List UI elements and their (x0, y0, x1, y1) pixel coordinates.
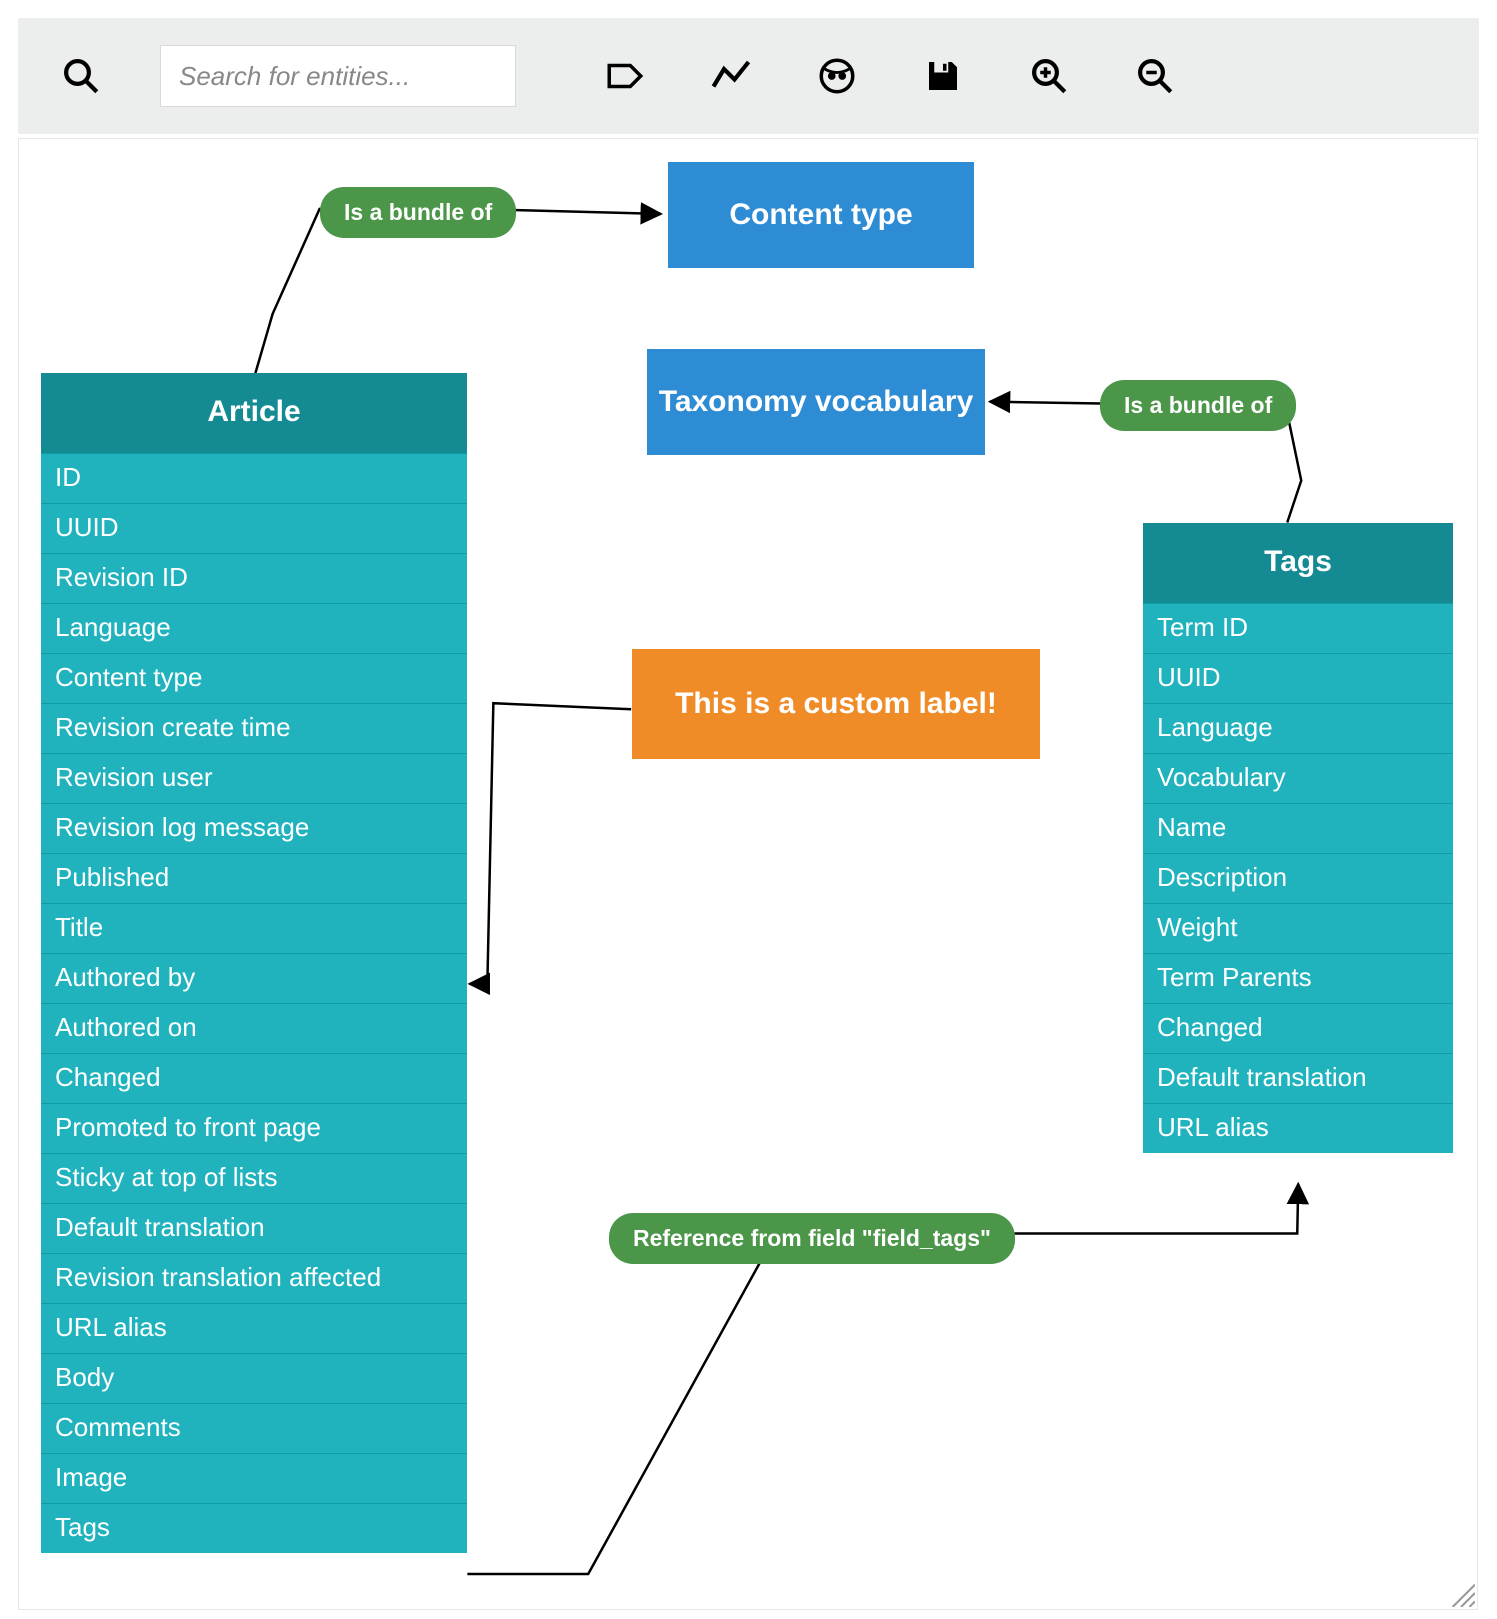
entity-field[interactable]: Term Parents (1143, 953, 1453, 1003)
entity-field[interactable]: Sticky at top of lists (41, 1153, 467, 1203)
node-label: This is a custom label! (675, 687, 997, 721)
save-icon[interactable] (922, 55, 964, 97)
entity-field[interactable]: Description (1143, 853, 1453, 903)
entity-field[interactable]: Revision ID (41, 553, 467, 603)
entity-header: Article (41, 373, 467, 453)
entity-field[interactable]: Body (41, 1353, 467, 1403)
resize-handle-icon[interactable] (1447, 1579, 1475, 1607)
entity-field[interactable]: Revision create time (41, 703, 467, 753)
entity-field[interactable]: Vocabulary (1143, 753, 1453, 803)
entity-field[interactable]: Image (41, 1453, 467, 1503)
entity-field[interactable]: UUID (1143, 653, 1453, 703)
toolbar (18, 18, 1479, 134)
entity-field[interactable]: Authored by (41, 953, 467, 1003)
edge-label-reference[interactable]: Reference from field "field_tags" (609, 1213, 1015, 1264)
entity-field[interactable]: Default translation (1143, 1053, 1453, 1103)
entity-field[interactable]: Revision translation affected (41, 1253, 467, 1303)
node-custom-label[interactable]: This is a custom label! (632, 649, 1040, 759)
zoom-in-icon[interactable] (1028, 55, 1070, 97)
toolbar-icons (604, 55, 1176, 97)
entity-field[interactable]: URL alias (41, 1303, 467, 1353)
entity-field[interactable]: Name (1143, 803, 1453, 853)
entity-field[interactable]: UUID (41, 503, 467, 553)
node-label: Taxonomy vocabulary (659, 385, 974, 419)
entity-field[interactable]: Tags (41, 1503, 467, 1553)
entity-field[interactable]: Content type (41, 653, 467, 703)
entity-field[interactable]: Weight (1143, 903, 1453, 953)
entity-field[interactable]: ID (41, 453, 467, 503)
entity-header: Tags (1143, 523, 1453, 603)
label-icon[interactable] (604, 55, 646, 97)
entity-field[interactable]: Changed (41, 1053, 467, 1103)
search-input[interactable] (160, 45, 516, 107)
edge-label-article-bundle[interactable]: Is a bundle of (320, 187, 516, 238)
entity-article[interactable]: Article ID UUID Revision ID Language Con… (41, 373, 467, 1553)
entity-field[interactable]: Revision log message (41, 803, 467, 853)
entity-field[interactable]: URL alias (1143, 1103, 1453, 1153)
timeline-icon[interactable] (710, 55, 752, 97)
node-label: Content type (729, 198, 912, 232)
zoom-out-icon[interactable] (1134, 55, 1176, 97)
entity-tags[interactable]: Tags Term ID UUID Language Vocabulary Na… (1143, 523, 1453, 1153)
edge-label-tags-bundle[interactable]: Is a bundle of (1100, 380, 1296, 431)
entity-field[interactable]: Comments (41, 1403, 467, 1453)
entity-field[interactable]: Title (41, 903, 467, 953)
diagram-canvas[interactable]: Content type Taxonomy vocabulary This is… (18, 138, 1478, 1610)
entity-field[interactable]: Term ID (1143, 603, 1453, 653)
entity-field[interactable]: Published (41, 853, 467, 903)
entity-field[interactable]: Language (1143, 703, 1453, 753)
entity-field[interactable]: Changed (1143, 1003, 1453, 1053)
node-content-type[interactable]: Content type (668, 162, 974, 268)
entity-title: Tags (1264, 545, 1332, 578)
entity-field[interactable]: Revision user (41, 753, 467, 803)
app-root: Content type Taxonomy vocabulary This is… (0, 0, 1497, 1619)
entity-field[interactable]: Default translation (41, 1203, 467, 1253)
entity-title: Article (207, 395, 300, 428)
search-icon[interactable] (60, 55, 102, 97)
entity-field[interactable]: Language (41, 603, 467, 653)
face-icon[interactable] (816, 55, 858, 97)
entity-field[interactable]: Promoted to front page (41, 1103, 467, 1153)
node-taxonomy-vocabulary[interactable]: Taxonomy vocabulary (647, 349, 985, 455)
entity-field[interactable]: Authored on (41, 1003, 467, 1053)
